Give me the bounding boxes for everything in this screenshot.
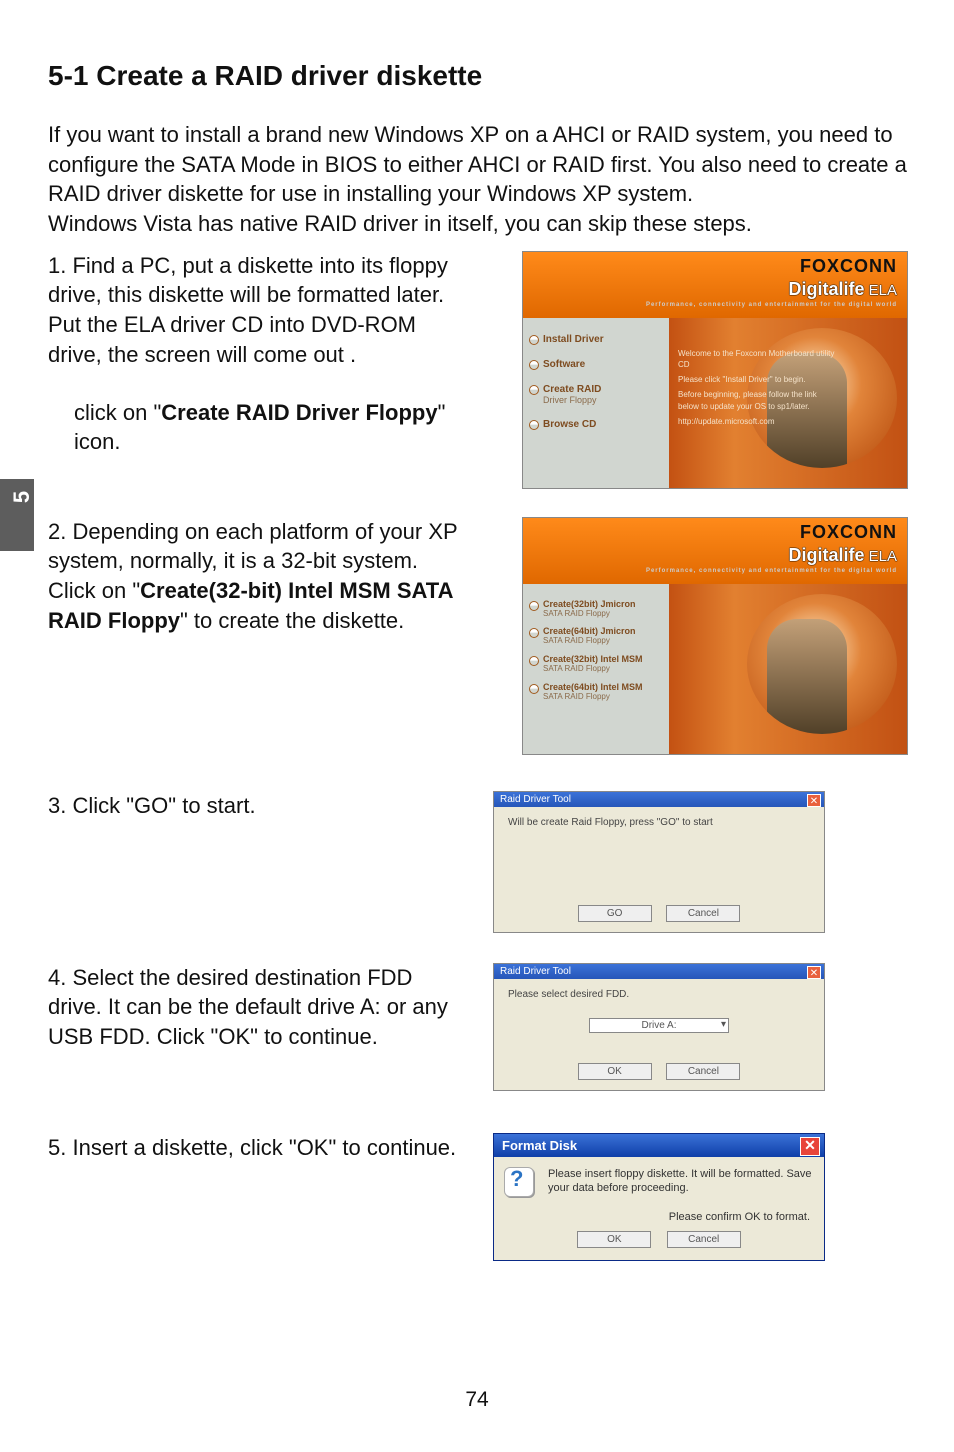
step-4-body: Select the desired destination FDD drive… [48,965,448,1049]
welcome-line-3: http://update.microsoft.com [678,416,838,427]
dialog-go-title-text: Raid Driver Tool [500,794,571,805]
dialog-select-title-text: Raid Driver Tool [500,966,571,977]
brand-ela: ELA [864,282,897,299]
brand-sub-2: Digitalife [788,545,864,565]
avatar-graphic-2 [747,594,897,734]
installer-menu: Install Driver Software Create RAIDDrive… [529,334,604,444]
step-3: 3. Click "GO" to start. Raid Driver Tool… [48,791,908,933]
installer-body-2: Create(32bit) JmicronSATA RAID Floppy Cr… [523,584,907,754]
step-2: 2. Depending on each platform of your XP… [48,517,908,755]
step-1-text: 1. Find a PC, put a diskette into its fl… [48,251,468,457]
step-1-number: 1. [48,253,72,278]
step-5-body: Insert a diskette, click "OK" to continu… [72,1135,456,1160]
page-number: 74 [0,1388,954,1412]
ok-button[interactable]: OK [578,1063,652,1080]
m2-2a: Create(32bit) Intel MSM [543,654,643,664]
dialog-format-disk: Format Disk ✕ ? Please insert floppy dis… [493,1133,825,1261]
m2-3a: Create(64bit) Intel MSM [543,682,643,692]
brand-text-2: FOXCONN [800,522,897,542]
menu-create-64bit-intel-msm[interactable]: Create(64bit) Intel MSMSATA RAID Floppy [529,683,643,702]
chapter-tab: 5 [0,479,34,551]
step-2-text: 2. Depending on each platform of your XP… [48,517,468,636]
menu-create-32bit-intel-msm[interactable]: Create(32bit) Intel MSMSATA RAID Floppy [529,655,643,674]
dialog-format-confirm: Please confirm OK to format. [494,1207,824,1225]
step-2-number: 2. [48,519,72,544]
m2-1b: SATA RAID Floppy [543,637,643,646]
welcome-line-0: Welcome to the Foxconn Motherboard utili… [678,348,838,370]
dialog-format-title-text: Format Disk [502,1138,577,1153]
m2-3b: SATA RAID Floppy [543,693,643,702]
menu-create-raid-label-1: Create RAID [543,384,601,395]
step-3-body: Click "GO" to start. [72,793,255,818]
installer-header-2: FOXCONN Digitalife ELA Performance, conn… [523,518,907,584]
menu-create-32bit-jmicron[interactable]: Create(32bit) JmicronSATA RAID Floppy [529,600,643,619]
installer-body: Install Driver Software Create RAIDDrive… [523,318,907,488]
page-heading: 5-1 Create a RAID driver diskette [48,60,908,92]
menu-install-driver-label: Install Driver [543,334,604,345]
m2-1a: Create(64bit) Jmicron [543,626,636,636]
dialog-select-fdd: Raid Driver Tool ✕ Please select desired… [493,963,825,1091]
fdd-drive-select[interactable]: Drive A: [589,1018,729,1033]
fdd-drive-selected: Drive A: [641,1020,676,1031]
step-1-sub-bold: Create RAID Driver Floppy [161,400,437,425]
cancel-button[interactable]: Cancel [666,1063,740,1080]
question-icon: ? [504,1167,538,1201]
close-icon[interactable]: ✕ [800,1137,820,1156]
step-4: 4. Select the desired destination FDD dr… [48,963,908,1091]
menu-browse-cd[interactable]: Browse CD [529,419,604,430]
step-5-number: 5. [48,1135,72,1160]
menu-install-driver[interactable]: Install Driver [529,334,604,345]
welcome-line-2: Before beginning, please follow the link… [678,389,838,411]
step-5-text: 5. Insert a diskette, click "OK" to cont… [48,1133,463,1163]
menu-create-raid-label-2: Driver Floppy [543,395,604,405]
dialog-format-msg: Please insert floppy diskette. It will b… [548,1167,812,1201]
welcome-line-1: Please click "Install Driver" to begin. [678,374,838,385]
cancel-button[interactable]: Cancel [666,905,740,922]
step-4-text: 4. Select the desired destination FDD dr… [48,963,463,1052]
dialog-go-msg: Will be create Raid Floppy, press "GO" t… [508,817,810,828]
intro-paragraph: If you want to install a brand new Windo… [48,120,908,239]
step-1-body: Find a PC, put a diskette into its flopp… [48,253,448,367]
dialog-format-title: Format Disk ✕ [494,1134,824,1157]
menu-browse-cd-label: Browse CD [543,419,596,430]
menu-create-64bit-jmicron[interactable]: Create(64bit) JmicronSATA RAID Floppy [529,627,643,646]
menu-software-label: Software [543,359,585,370]
brand-tagline: Performance, connectivity and entertainm… [646,302,897,308]
close-icon[interactable]: ✕ [807,966,821,979]
brand-ela-2: ELA [864,548,897,565]
dialog-go-title: Raid Driver Tool ✕ [494,792,824,807]
brand-logo: FOXCONN Digitalife ELA Performance, conn… [646,256,897,308]
m2-0b: SATA RAID Floppy [543,610,643,619]
brand-sub: Digitalife [788,279,864,299]
brand-text: FOXCONN [800,256,897,276]
step-4-number: 4. [48,965,72,990]
chapter-number: 5 [0,491,35,503]
installer-header: FOXCONN Digitalife ELA Performance, conn… [523,252,907,318]
dialog-go: Raid Driver Tool ✕ Will be create Raid F… [493,791,825,933]
step-3-text: 3. Click "GO" to start. [48,791,463,821]
step-1-sub-pre: click on " [74,400,161,425]
step-1-sub: click on "Create RAID Driver Floppy" ico… [48,398,468,457]
installer-welcome-text: Welcome to the Foxconn Motherboard utili… [678,348,838,431]
step-2-post: " to create the diskette. [180,608,404,633]
screenshot-installer-raid-submenu: FOXCONN Digitalife ELA Performance, conn… [522,517,908,755]
go-button[interactable]: GO [578,905,652,922]
m2-0a: Create(32bit) Jmicron [543,599,636,609]
page-content: 5-1 Create a RAID driver diskette If you… [48,60,908,1289]
screenshot-installer-main: FOXCONN Digitalife ELA Performance, conn… [522,251,908,489]
step-5: 5. Insert a diskette, click "OK" to cont… [48,1133,908,1261]
dialog-select-msg: Please select desired FDD. [508,989,810,1000]
menu-software[interactable]: Software [529,359,604,370]
brand-tagline-2: Performance, connectivity and entertainm… [646,568,897,574]
brand-logo-2: FOXCONN Digitalife ELA Performance, conn… [646,522,897,574]
step-1: 1. Find a PC, put a diskette into its fl… [48,251,908,489]
installer-raid-menu: Create(32bit) JmicronSATA RAID Floppy Cr… [529,600,643,711]
step-3-number: 3. [48,793,72,818]
cancel-button[interactable]: Cancel [667,1231,741,1248]
m2-2b: SATA RAID Floppy [543,665,643,674]
ok-button[interactable]: OK [577,1231,651,1248]
close-icon[interactable]: ✕ [807,794,821,807]
dialog-select-title: Raid Driver Tool ✕ [494,964,824,979]
menu-create-raid-floppy[interactable]: Create RAIDDriver Floppy [529,384,604,405]
